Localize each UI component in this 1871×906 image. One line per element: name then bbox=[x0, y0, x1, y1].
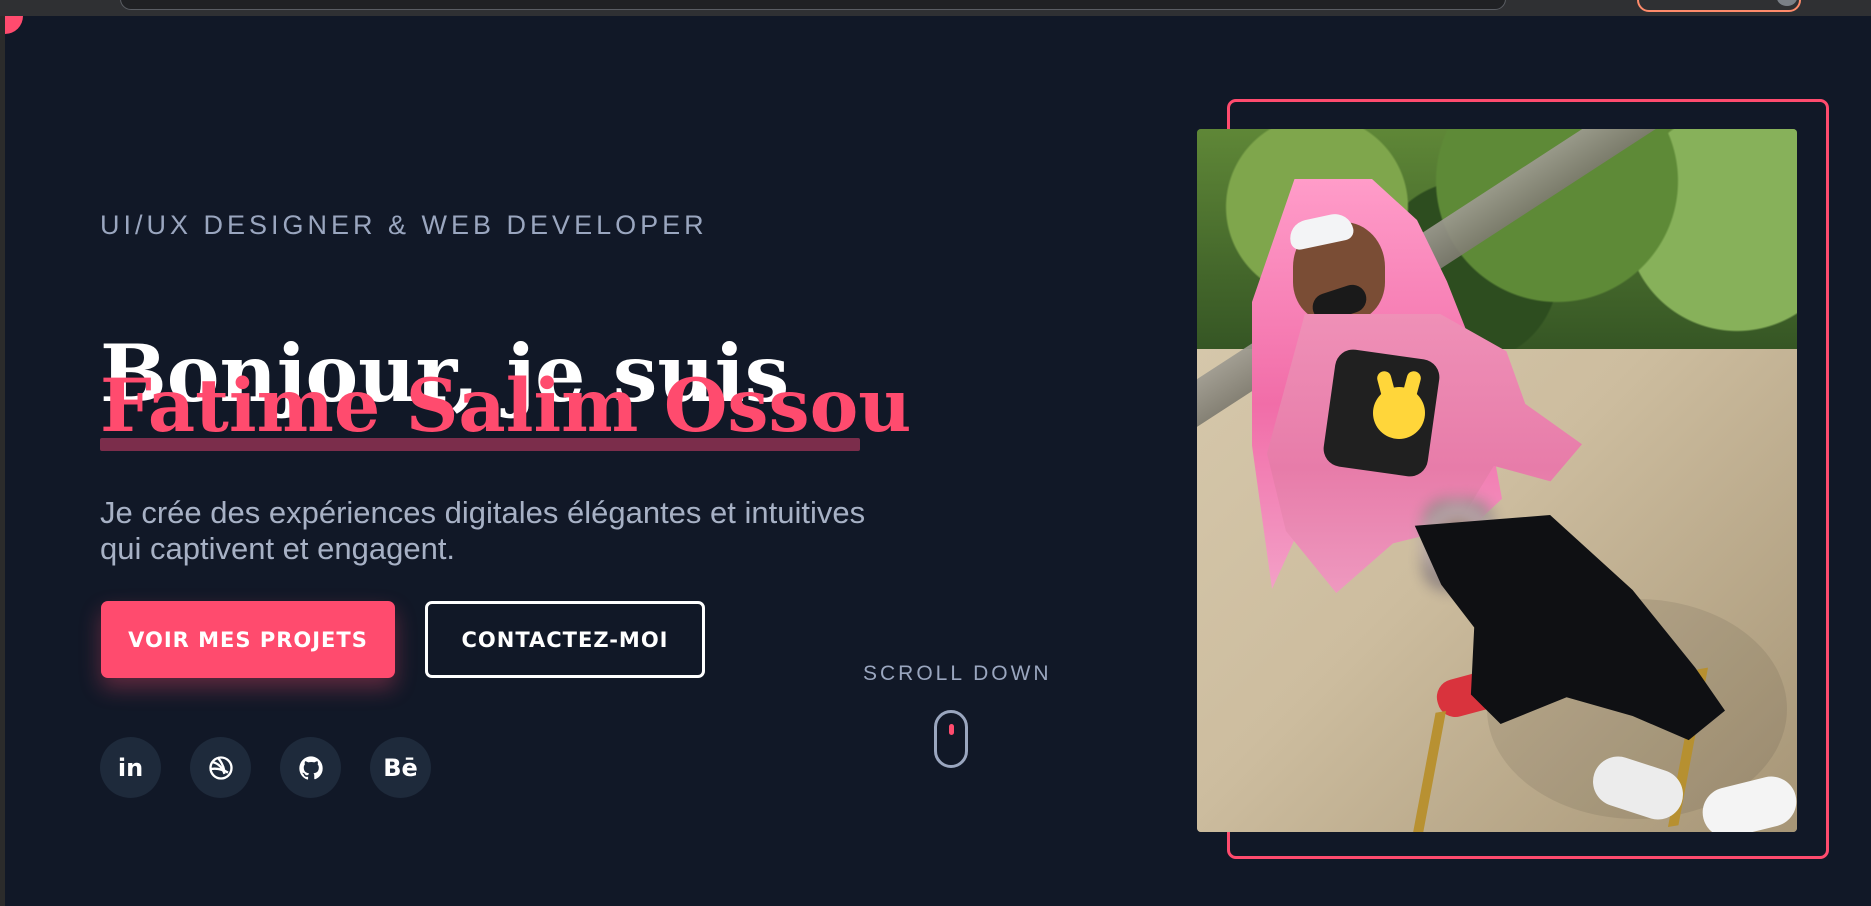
contact-button[interactable]: CONTACTEZ-MOI bbox=[425, 601, 705, 678]
hero-intro-line-2: qui captivent et engagent. bbox=[100, 531, 456, 566]
hero-intro: Je crée des expériences digitales élégan… bbox=[100, 495, 970, 567]
hero-name: Fatime Salim Ossou bbox=[100, 363, 912, 449]
linkedin-icon: in bbox=[117, 753, 144, 782]
github-button[interactable] bbox=[280, 737, 341, 798]
behance-button[interactable]: Bē bbox=[370, 737, 431, 798]
behance-icon: Bē bbox=[383, 753, 418, 782]
browser-address-bar[interactable] bbox=[120, 0, 1506, 10]
profile-photo bbox=[1197, 129, 1797, 832]
linkedin-button[interactable]: in bbox=[100, 737, 161, 798]
view-projects-button[interactable]: VOIR MES PROJETS bbox=[101, 601, 395, 678]
hero-page: UI/UX DESIGNER & WEB DEVELOPER Bonjour, … bbox=[5, 16, 1871, 906]
dribbble-icon bbox=[208, 755, 233, 780]
browser-top-pill[interactable] bbox=[1637, 0, 1801, 12]
scroll-down-label: SCROLL DOWN bbox=[863, 662, 1052, 685]
mouse-scroll-icon bbox=[934, 710, 968, 768]
hero-name-wrap: Fatime Salim Ossou bbox=[100, 363, 912, 451]
browser-top-strip bbox=[0, 0, 1871, 16]
dribbble-button[interactable] bbox=[190, 737, 251, 798]
hero-intro-line-1: Je crée des expériences digitales élégan… bbox=[100, 495, 866, 530]
corner-dot bbox=[5, 16, 23, 34]
hero-role: UI/UX DESIGNER & WEB DEVELOPER bbox=[100, 210, 708, 240]
pikachu-graphic bbox=[1373, 387, 1425, 439]
github-icon bbox=[298, 755, 323, 780]
